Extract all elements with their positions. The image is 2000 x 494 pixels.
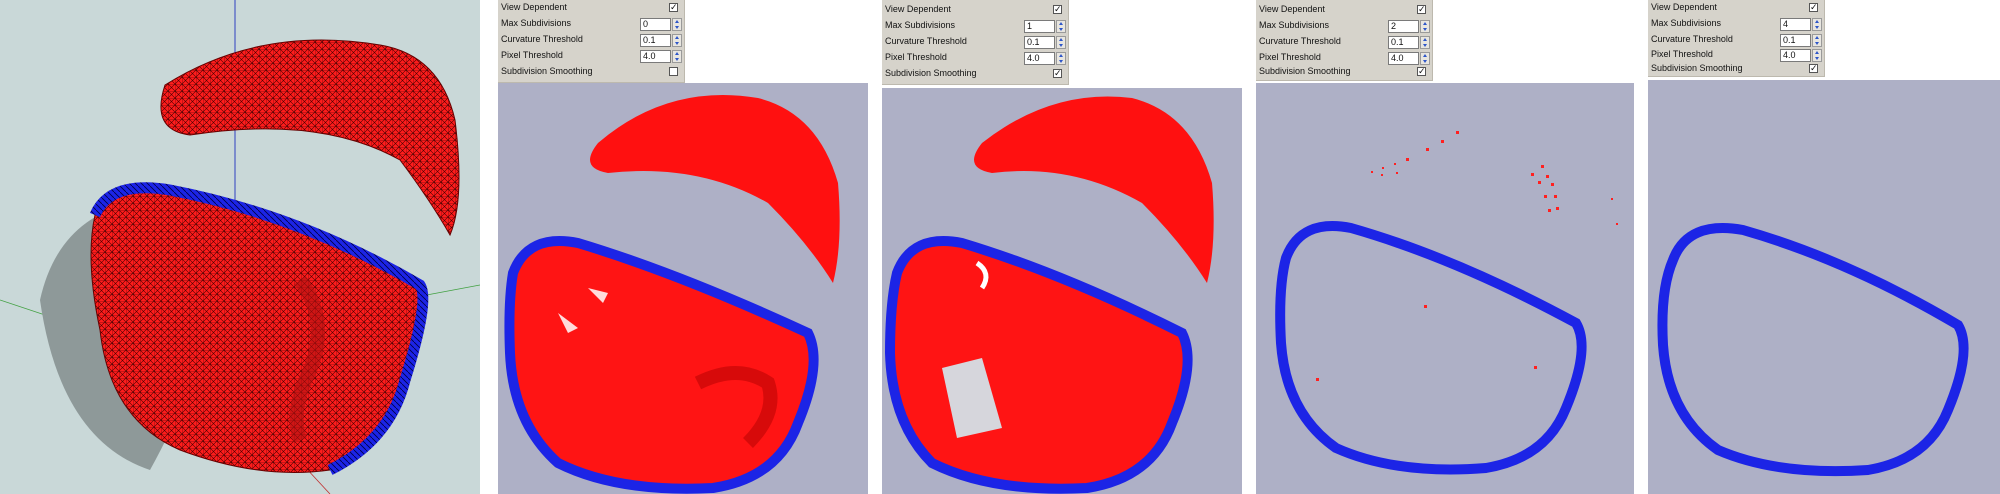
render-view-4[interactable] xyxy=(1648,80,2000,494)
pixel-threshold-label: Pixel Threshold xyxy=(501,50,563,60)
viewport-wireframe[interactable] xyxy=(0,0,480,494)
subdivision-smoothing-label: Subdivision Smoothing xyxy=(1259,66,1351,76)
view-dependent-label: View Dependent xyxy=(1259,4,1325,14)
max-subdivisions-label: Max Subdivisions xyxy=(1651,18,1722,28)
bottom-shell xyxy=(509,241,814,489)
max-subdivisions-input[interactable]: 0 xyxy=(640,18,671,31)
max-subdivisions-label: Max Subdivisions xyxy=(501,18,572,28)
curvature-threshold-label: Curvature Threshold xyxy=(501,34,583,44)
render-panel-4: View Dependent ✓ Max Subdivisions 4 Curv… xyxy=(1648,0,2000,494)
pixel-threshold-spinner[interactable] xyxy=(1420,52,1430,65)
subdivision-smoothing-label: Subdivision Smoothing xyxy=(501,66,593,76)
view-dependent-label: View Dependent xyxy=(885,4,951,14)
curvature-threshold-spinner[interactable] xyxy=(1420,36,1430,49)
view-dependent-checkbox[interactable]: ✓ xyxy=(669,3,678,12)
render-model-3 xyxy=(1275,131,1618,475)
wireframe-model xyxy=(0,0,480,494)
curvature-threshold-label: Curvature Threshold xyxy=(1259,36,1341,46)
render-panel-1: View Dependent ✓ Max Subdivisions 0 Curv… xyxy=(498,0,868,494)
pixel-threshold-spinner[interactable] xyxy=(672,50,682,63)
curvature-threshold-input[interactable]: 0.1 xyxy=(640,34,671,47)
curvature-threshold-label: Curvature Threshold xyxy=(885,36,967,46)
view-dependent-checkbox[interactable]: ✓ xyxy=(1809,3,1818,12)
blue-rim xyxy=(1657,223,1969,477)
row-curvature-threshold: Curvature Threshold 0.1 xyxy=(498,33,684,49)
pixel-threshold-label: Pixel Threshold xyxy=(885,52,947,62)
view-dependent-label: View Dependent xyxy=(501,2,567,12)
render-model-4 xyxy=(1657,223,1969,477)
curvature-threshold-label: Curvature Threshold xyxy=(1651,34,1733,44)
pixel-threshold-input[interactable]: 4.0 xyxy=(1024,52,1055,65)
max-subdivisions-input[interactable]: 1 xyxy=(1024,20,1055,33)
row-subdivision-smoothing: Subdivision Smoothing xyxy=(498,65,684,81)
row-view-dependent: View Dependent ✓ xyxy=(498,1,684,17)
curvature-threshold-input[interactable]: 0.1 xyxy=(1388,36,1419,49)
pixel-threshold-spinner[interactable] xyxy=(1812,49,1822,62)
curvature-threshold-spinner[interactable] xyxy=(1056,36,1066,49)
view-dependent-checkbox[interactable]: ✓ xyxy=(1417,5,1426,14)
subdivision-smoothing-checkbox[interactable]: ✓ xyxy=(1053,69,1062,78)
curvature-threshold-input[interactable]: 0.1 xyxy=(1024,36,1055,49)
settings-box-4: View Dependent ✓ Max Subdivisions 4 Curv… xyxy=(1648,0,1825,77)
pixel-threshold-spinner[interactable] xyxy=(1056,52,1066,65)
render-model-2 xyxy=(884,96,1214,494)
bottom-shell xyxy=(890,241,1188,489)
render-model-1 xyxy=(504,95,840,494)
max-subdivisions-spinner[interactable] xyxy=(1812,18,1822,31)
view-dependent-checkbox[interactable]: ✓ xyxy=(1053,5,1062,14)
row-pixel-threshold: Pixel Threshold 4.0 xyxy=(498,49,684,65)
render-view-2[interactable] xyxy=(882,88,1242,494)
max-subdivisions-label: Max Subdivisions xyxy=(885,20,956,30)
max-subdivisions-spinner[interactable] xyxy=(1420,20,1430,33)
blue-rim xyxy=(1275,221,1587,475)
subdivision-smoothing-checkbox[interactable]: ✓ xyxy=(1809,64,1818,73)
settings-box-3: View Dependent ✓ Max Subdivisions 2 Curv… xyxy=(1256,0,1433,81)
settings-box-2: View Dependent ✓ Max Subdivisions 1 Curv… xyxy=(882,0,1069,85)
pixel-threshold-label: Pixel Threshold xyxy=(1651,49,1713,59)
curvature-threshold-spinner[interactable] xyxy=(672,34,682,47)
row-max-subdivisions: Max Subdivisions 0 xyxy=(498,17,684,33)
subdivision-smoothing-checkbox[interactable] xyxy=(669,67,678,76)
render-view-1[interactable] xyxy=(498,83,868,494)
subdivision-smoothing-checkbox[interactable]: ✓ xyxy=(1417,67,1426,76)
render-panel-3: View Dependent ✓ Max Subdivisions 2 Curv… xyxy=(1256,0,1636,494)
subdivision-smoothing-label: Subdivision Smoothing xyxy=(885,68,977,78)
subdivision-smoothing-label: Subdivision Smoothing xyxy=(1651,63,1743,73)
max-subdivisions-spinner[interactable] xyxy=(672,18,682,31)
view-dependent-label: View Dependent xyxy=(1651,2,1717,12)
pixel-threshold-input[interactable]: 4.0 xyxy=(1388,52,1419,65)
curvature-threshold-input[interactable]: 0.1 xyxy=(1780,34,1811,47)
curvature-threshold-spinner[interactable] xyxy=(1812,34,1822,47)
settings-box-1: View Dependent ✓ Max Subdivisions 0 Curv… xyxy=(498,0,685,83)
max-subdivisions-input[interactable]: 4 xyxy=(1780,18,1811,31)
max-subdivisions-spinner[interactable] xyxy=(1056,20,1066,33)
max-subdivisions-input[interactable]: 2 xyxy=(1388,20,1419,33)
max-subdivisions-label: Max Subdivisions xyxy=(1259,20,1330,30)
pixel-threshold-label: Pixel Threshold xyxy=(1259,52,1321,62)
sparse-red-points xyxy=(1316,131,1618,381)
render-view-3[interactable] xyxy=(1256,83,1634,494)
pixel-threshold-input[interactable]: 4.0 xyxy=(1780,49,1811,62)
render-panel-2: View Dependent ✓ Max Subdivisions 1 Curv… xyxy=(882,0,1242,494)
pixel-threshold-input[interactable]: 4.0 xyxy=(640,50,671,63)
